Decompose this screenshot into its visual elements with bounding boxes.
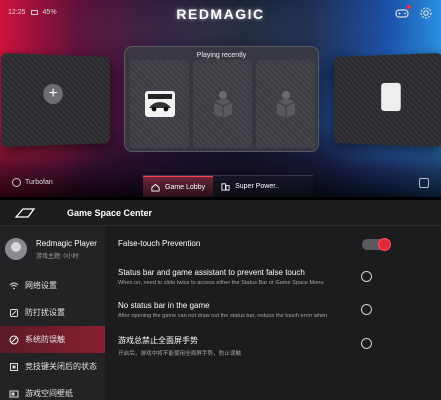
sidebar-item-label: 防打扰设置 [25,308,65,317]
option-disable-gestures: 游戏总禁止全面屏手势 开启后，游戏中将不能使用全面屏手势，防止误触 [118,335,441,357]
game-lobby-screen: 12:25 45% REDMAGIC + Playing recently Tu… [0,0,441,197]
option-false-touch-prevention: False-touch Prevention [118,238,441,251]
option-description: 开启后，游戏中将不能使用全面屏手势，防止误触 [118,351,242,357]
game-app-icon[interactable] [381,82,401,112]
racing-game-icon[interactable] [145,91,175,117]
recent-game-slot-2[interactable] [193,60,252,148]
wifi-icon [9,282,19,289]
player-subtitle: 游戏主题: 0小时 [36,254,79,260]
option-description: When on, need to slide twice to access e… [118,280,324,286]
empty-slot-box-icon [213,91,233,118]
touch-protect-icon [9,335,19,344]
gear-icon[interactable] [419,6,433,20]
turbofan-label: Turbofan [25,179,53,186]
no-status-bar-radio[interactable] [361,304,372,315]
false-touch-toggle[interactable] [362,238,391,251]
building-icon [221,183,230,191]
sidebar-item-wallpaper[interactable]: 游戏空间壁纸 [0,380,105,400]
recent-games-panel: Playing recently [124,46,319,152]
option-title: False-touch Prevention [118,239,201,248]
brand-logo: REDMAGIC [176,6,265,22]
empty-slot-box-icon [276,91,296,118]
home-icon [151,183,160,192]
notification-dot [407,5,411,9]
tab-label: Game Lobby [165,183,206,191]
no-disturb-icon [10,308,18,317]
recent-game-slot-3[interactable] [256,60,315,148]
option-title: No status bar in the game [118,301,210,310]
sidebar-item-network[interactable]: 网络设置 [0,272,105,299]
recent-title: Playing recently [196,52,247,59]
tab-label: Super Power.. [235,183,280,190]
page-title: Game Space Center [67,208,153,218]
sidebar-item-label: 游戏空间壁纸 [25,389,73,398]
game-space-center-screen: Game Space Center Redmagic Player 游戏主题: … [0,200,441,400]
tab-game-lobby[interactable]: Game Lobby [143,176,214,197]
option-description: After opening the game can not draw out … [118,313,328,319]
wallpaper-icon [9,390,19,397]
sidebar-item-label: 网络设置 [25,281,57,290]
game-card-right[interactable] [334,52,441,148]
option-no-status-bar: No status bar in the game After opening … [118,301,441,319]
tab-super-power[interactable]: Super Power.. [213,176,287,197]
sidebar-item-label: 系统防误触 [25,335,65,344]
turbofan-control[interactable]: Turbofan [12,178,53,187]
profile[interactable]: Redmagic Player 游戏主题: 0小时 [0,226,105,272]
option-statusbar-assistant: Status bar and game assistant to prevent… [118,268,441,286]
statusbar-assistant-radio[interactable] [361,271,372,282]
sidebar-item-no-disturb[interactable]: 防打扰设置 [0,299,105,326]
key-icon [10,362,18,371]
player-name: Redmagic Player [36,239,97,248]
settings-sidebar: Redmagic Player 游戏主题: 0小时 网络设置 防打扰设置 系统防… [0,226,105,400]
toggle-knob [378,238,391,251]
avatar [5,238,27,260]
sidebar-item-key-state[interactable]: 竞技键关闭后的状态 [0,353,105,380]
gamepad-settings-icon[interactable] [395,5,411,20]
sidebar-item-touch-protect[interactable]: 系统防误触 [0,326,105,353]
settings-header: Game Space Center [0,200,441,226]
recent-game-slot-1[interactable] [130,60,189,148]
sidebar-item-label: 竞技键关闭后的状态 [25,362,97,371]
settings-content: False-touch Prevention Status bar and ga… [105,226,441,400]
top-icons [395,5,433,20]
disable-gestures-radio[interactable] [361,338,372,349]
option-title: 游戏总禁止全面屏手势 [118,336,198,345]
add-game-card[interactable]: + [1,52,110,148]
plus-icon[interactable]: + [43,83,63,105]
fan-icon [12,178,21,187]
redmagic-logo-icon[interactable] [14,207,36,219]
lobby-tabs: Game Lobby Super Power.. [143,175,313,197]
expand-icon[interactable] [419,178,429,188]
option-title: Status bar and game assistant to prevent… [118,268,305,277]
